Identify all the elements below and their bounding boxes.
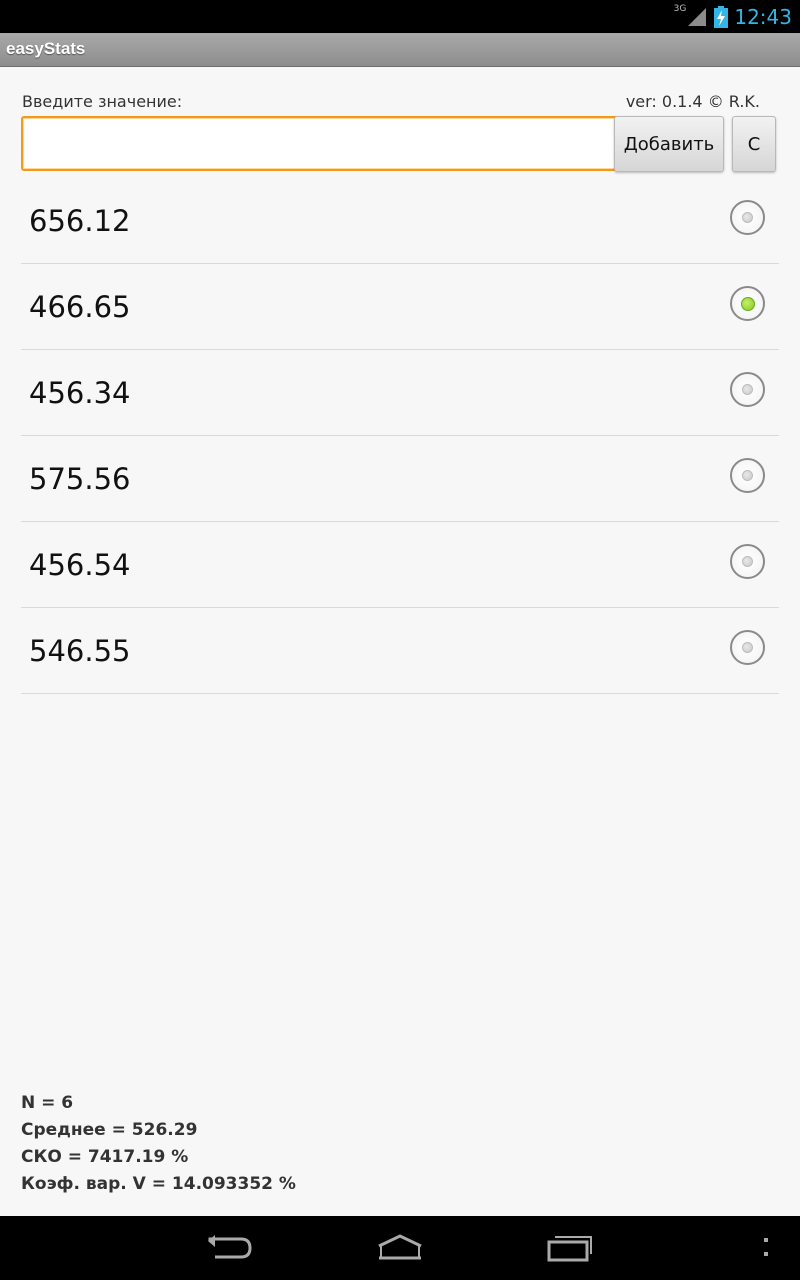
back-icon[interactable] [205, 1232, 255, 1264]
list-item-value: 456.54 [29, 548, 131, 582]
signal-icon [688, 7, 707, 26]
list-item[interactable]: 656.12 [21, 178, 779, 264]
list-item-value: 466.65 [29, 290, 131, 324]
radio-dot [742, 212, 753, 223]
add-button[interactable]: Добавить [614, 116, 724, 172]
radio-dot [742, 556, 753, 567]
radio-button[interactable] [730, 372, 765, 407]
stat-mean: Среднее = 526.29 [21, 1120, 198, 1140]
radio-dot [742, 384, 753, 395]
stat-count: N = 6 [21, 1093, 74, 1113]
stat-coefficient-of-variation: Коэф. вар. V = 14.093352 % [21, 1174, 296, 1194]
list-item-value: 656.12 [29, 204, 131, 238]
clock: 12:43 [734, 4, 792, 29]
list-item-value: 546.55 [29, 634, 131, 668]
battery-charging-icon [714, 5, 729, 28]
radio-button[interactable] [730, 200, 765, 235]
radio-dot [742, 642, 753, 653]
list-item-value: 456.34 [29, 376, 131, 410]
navigation-bar [0, 1216, 800, 1280]
radio-button[interactable] [730, 544, 765, 579]
input-label: Введите значение: [22, 92, 183, 111]
statistics-summary: N = 6 Среднее = 526.29 СКО = 7417.19 % К… [21, 1090, 296, 1198]
network-type-label: 3G [673, 3, 687, 14]
status-bar: 3G 12:43 [0, 0, 800, 33]
radio-button[interactable] [730, 630, 765, 665]
list-item[interactable]: 575.56 [21, 436, 779, 522]
menu-icon[interactable] [760, 1232, 772, 1264]
status-icons: 3G 12:43 [674, 0, 792, 33]
radio-dot [740, 296, 755, 311]
recent-apps-icon[interactable] [545, 1232, 595, 1264]
app-title: easyStats [6, 39, 86, 58]
list-item[interactable]: 466.65 [21, 264, 779, 350]
home-icon[interactable] [375, 1232, 425, 1264]
version-label: ver: 0.1.4 © R.K. [625, 92, 760, 111]
clear-button[interactable]: С [732, 116, 776, 172]
radio-dot [742, 470, 753, 481]
radio-button[interactable] [730, 458, 765, 493]
list-item[interactable]: 546.55 [21, 608, 779, 694]
list-item-value: 575.56 [29, 462, 131, 496]
radio-button[interactable] [730, 286, 765, 321]
action-bar: easyStats [0, 33, 800, 67]
values-list: 656.12 466.65 456.34 575.56 456.54 546.5… [21, 178, 779, 694]
value-input[interactable] [21, 116, 620, 171]
list-item[interactable]: 456.34 [21, 350, 779, 436]
list-item[interactable]: 456.54 [21, 522, 779, 608]
stat-sko: СКО = 7417.19 % [21, 1147, 189, 1167]
